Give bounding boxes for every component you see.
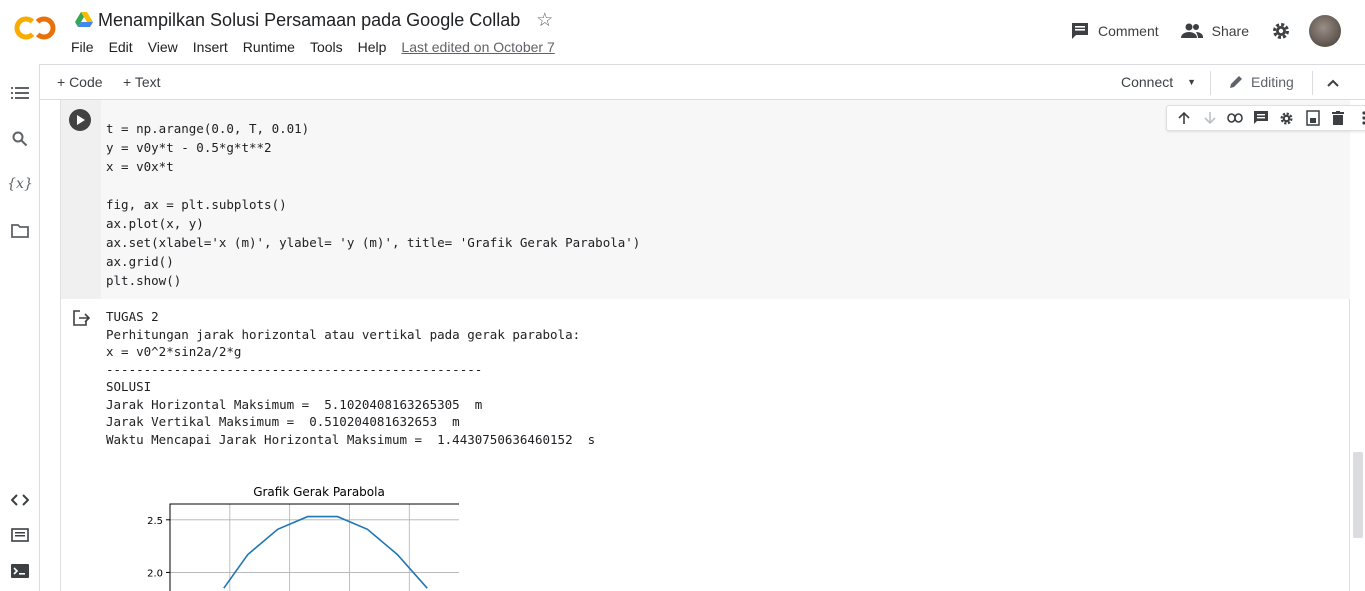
menu-insert[interactable]: Insert [193,39,228,55]
link-icon[interactable] [1226,109,1244,127]
google-drive-icon [75,12,93,27]
code-editor[interactable]: t = np.arange(0.0, T, 0.01) y = v0y*t - … [101,100,1365,299]
folder-icon[interactable] [10,221,30,241]
y-axis-ticks: 2.5 2.0 [147,516,170,579]
code-line: plt.show() [106,273,182,288]
app-header: Menampilkan Solusi Persamaan pada Google… [0,0,1365,64]
editing-mode-button[interactable]: Editing [1228,74,1294,90]
code-line: ax.set(xlabel='x (m)', ylabel= 'y (m)', … [106,235,641,250]
code-line: x = v0x*t [106,159,174,174]
collapse-chevron-icon[interactable] [1326,76,1340,90]
menu-edit[interactable]: Edit [109,39,133,55]
output-line: Jarak Vertikal Maksimum = 0.510204081632… [106,414,460,429]
vertical-scrollbar[interactable] [1353,452,1363,538]
star-icon[interactable]: ☆ [536,9,553,32]
dropdown-arrow-icon[interactable]: ▼ [1187,77,1196,87]
connect-label: Connect [1121,74,1174,90]
code-line: y = v0y*t - 0.5*g*t**2 [106,140,272,155]
y-tick-label: 2.5 [147,516,163,527]
output-line: Waktu Mencapai Jarak Horizontal Maksimum… [106,431,596,447]
toolbar-divider [1210,71,1211,95]
terminal-icon[interactable] [10,561,30,581]
notebook-content: t = np.arange(0.0, T, 0.01) y = v0y*t - … [40,100,1365,591]
chart-title: Grafik Gerak Parabola [253,485,385,499]
add-text-button[interactable]: + Text [123,74,161,90]
add-code-button[interactable]: + Code [57,74,103,90]
notebook-title[interactable]: Menampilkan Solusi Persamaan pada Google… [98,10,520,31]
move-up-icon[interactable] [1175,109,1193,127]
left-sidebar: {x} [0,64,40,591]
output-line: ----------------------------------------… [106,361,483,377]
code-snippets-icon[interactable] [10,490,30,510]
colab-logo[interactable] [14,14,56,42]
code-text[interactable]: t = np.arange(0.0, T, 0.01) y = v0y*t - … [106,119,640,290]
menu-tools[interactable]: Tools [310,39,343,55]
y-tick-label: 2.0 [147,568,163,579]
editing-label: Editing [1251,74,1294,90]
code-line: t = np.arange(0.0, T, 0.01) [106,121,310,136]
last-edited-link[interactable]: Last edited on October 7 [401,39,554,55]
output-text: TUGAS 2 Perhitungan jarak horizontal ata… [106,308,595,448]
comment-icon [1071,23,1088,39]
cell-output: TUGAS 2 Perhitungan jarak horizontal ata… [61,299,1350,591]
output-line: TUGAS 2 [106,309,159,324]
cell-toolbar [1166,105,1365,131]
user-avatar[interactable] [1309,15,1341,47]
notebook-toolbar: + Code + Text Connect ▼ Editing [40,64,1365,100]
pencil-icon [1230,76,1242,88]
delete-icon[interactable] [1329,109,1347,127]
command-palette-icon[interactable] [10,525,30,545]
share-button[interactable]: Share [1180,23,1249,39]
code-cell: t = np.arange(0.0, T, 0.01) y = v0y*t - … [60,100,1365,591]
search-icon[interactable] [10,129,30,149]
toolbar-divider [1312,71,1313,95]
output-line: Jarak Horizontal Maksimum = 5.1020408163… [106,396,483,412]
table-of-contents-icon[interactable] [10,83,30,103]
menu-runtime[interactable]: Runtime [243,39,295,55]
settings-gear-icon[interactable] [1271,21,1291,41]
move-down-icon[interactable] [1201,109,1219,127]
comment-button[interactable]: Comment [1071,22,1159,40]
share-label: Share [1211,23,1249,39]
comment-icon[interactable] [1252,109,1270,127]
menu-bar: File Edit View Insert Runtime Tools Help… [71,39,570,55]
menu-file[interactable]: File [71,39,94,55]
output-line: x = v0^2*sin2a/2*g [106,344,242,359]
more-options-icon[interactable] [1355,109,1365,127]
menu-view[interactable]: View [148,39,178,55]
cell-gutter [61,100,101,299]
parabola-chart: Grafik Gerak Parabola 2.5 2.0 [147,485,459,591]
people-icon [1180,23,1203,38]
run-cell-button[interactable] [69,109,91,131]
output-line: SOLUSI [106,379,152,394]
output-redirect-icon[interactable] [73,310,91,326]
code-line: ax.grid() [106,254,174,269]
output-line: Perhitungan jarak horizontal atau vertik… [106,326,581,342]
code-line: fig, ax = plt.subplots() [106,197,287,212]
connect-button[interactable]: Connect ▼ [1121,74,1196,90]
cell-settings-gear-icon[interactable] [1278,109,1296,127]
code-line: ax.plot(x, y) [106,216,204,231]
variables-icon[interactable]: {x} [7,174,33,194]
mirror-cell-icon[interactable] [1304,109,1322,127]
comment-label: Comment [1097,23,1159,39]
menu-help[interactable]: Help [358,39,387,55]
trajectory-line [223,515,428,589]
